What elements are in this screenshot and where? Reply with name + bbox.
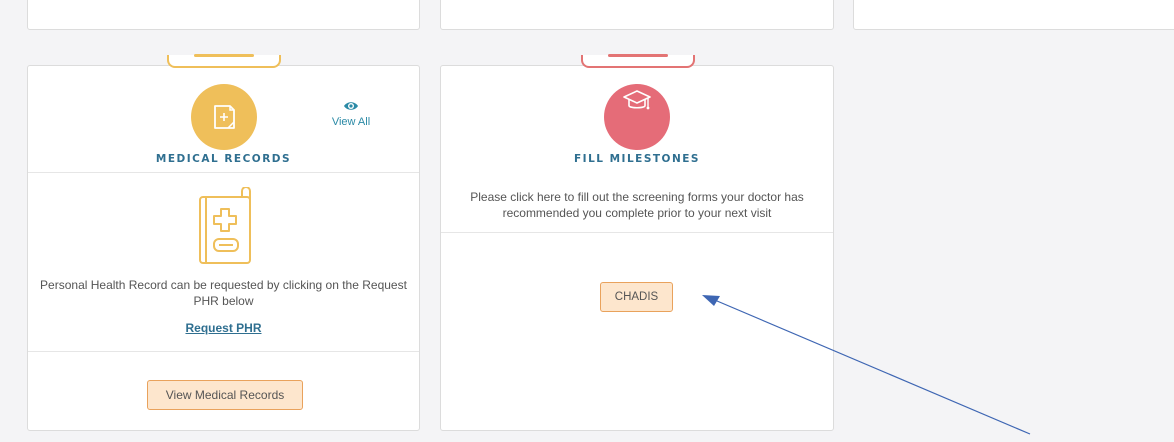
annotation-arrow (702, 295, 1031, 435)
